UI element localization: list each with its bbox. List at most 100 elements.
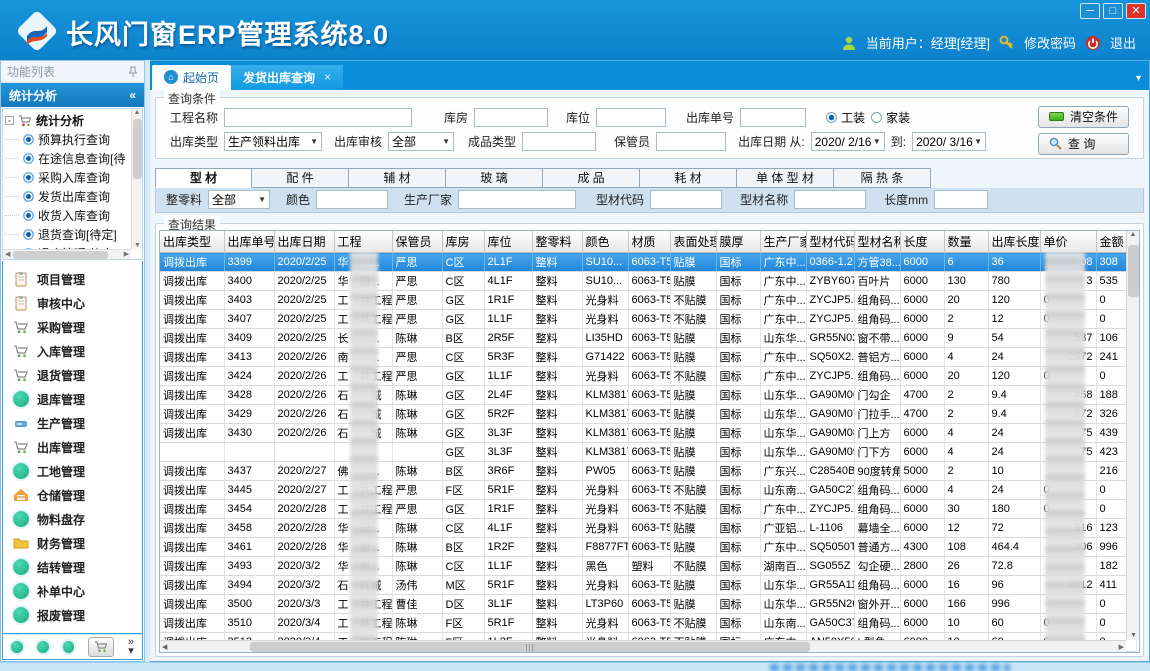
column-header-17[interactable]: 出库长度 <box>988 231 1040 253</box>
material-tab-7[interactable]: 隔 热 条 <box>834 168 931 188</box>
table-row-11[interactable]: 调拨出库34372020/2/27佛 ...陈琳B区3R6F整料PW056063… <box>160 462 1136 481</box>
sidebar-item-5[interactable]: 退库管理 <box>3 387 142 411</box>
sidebar-item-13[interactable]: 补单中心 <box>3 579 142 603</box>
table-row-7[interactable]: 调拨出库34282020/2/26石 城陈琳G区2L4F整料KLM3817606… <box>160 386 1136 405</box>
material-tab-3[interactable]: 玻 璃 <box>446 168 543 188</box>
column-header-10[interactable]: 表面处理 <box>670 231 716 253</box>
material-tab-1[interactable]: 配 件 <box>252 168 349 188</box>
pin-icon[interactable] <box>128 66 138 78</box>
column-header-12[interactable]: 生产厂家 <box>760 231 806 253</box>
tree-vertical-scrollbar[interactable]: ▲▼ <box>131 109 142 249</box>
table-row-1[interactable]: 调拨出库34002020/2/25华 原...严思C区4L1F整料SU10...… <box>160 272 1136 291</box>
column-header-2[interactable]: 出库日期 <box>274 231 334 253</box>
column-header-5[interactable]: 库房 <box>442 231 484 253</box>
table-row-4[interactable]: 调拨出库34092020/2/25长 ...陈琳B区2R5F整料LI35HD60… <box>160 329 1136 348</box>
sidebar-item-4[interactable]: 退货管理 <box>3 363 142 387</box>
sidebar-item-12[interactable]: 结转管理 <box>3 555 142 579</box>
tree-item-3[interactable]: 发货出库查询 <box>5 187 130 206</box>
column-header-16[interactable]: 数量 <box>944 231 988 253</box>
sidebar-item-2[interactable]: 采购管理 <box>3 315 142 339</box>
tab-shipment-outbound-query[interactable]: 发货出库查询 × <box>231 65 343 90</box>
logout-link[interactable]: 退出 <box>1110 33 1136 52</box>
module-dot-icon[interactable] <box>11 641 23 653</box>
table-row-15[interactable]: 调拨出库34612020/2/28华 原...陈琳B区1R2F整料F8877FT… <box>160 538 1136 557</box>
tree-root-statistics[interactable]: -统计分析 <box>5 111 130 130</box>
table-row-13[interactable]: 调拨出库34542020/2/28工 共工程严思G区1R1F整料光身料6063-… <box>160 500 1136 519</box>
table-row-8[interactable]: 调拨出库34292020/2/26石 城陈琳G区5R2F整料KLM3817606… <box>160 405 1136 424</box>
grid-horizontal-scrollbar[interactable]: ◀|||▶ <box>160 640 1126 652</box>
grid-vertical-scrollbar[interactable]: ▲▼ <box>1126 231 1139 640</box>
location-input[interactable] <box>596 108 666 127</box>
radio-work-install[interactable]: 工装 <box>826 109 865 126</box>
material-tab-2[interactable]: 辅 材 <box>349 168 446 188</box>
sidebar-item-0[interactable]: 项目管理 <box>3 267 142 291</box>
warehouse-input[interactable] <box>474 108 548 127</box>
sidebar-item-6[interactable]: 生产管理 <box>3 411 142 435</box>
table-row-2[interactable]: 调拨出库34032020/2/25工 共工程严思G区1R1F整料光身料6063-… <box>160 291 1136 310</box>
change-password-link[interactable]: 修改密码 <box>1024 33 1076 52</box>
product-type-input[interactable] <box>522 132 596 151</box>
sidebar-item-14[interactable]: 报废管理 <box>3 603 142 627</box>
column-header-9[interactable]: 材质 <box>628 231 670 253</box>
tree-item-0[interactable]: 预算执行查询 <box>5 130 130 149</box>
overflow-chevron[interactable]: »▾ <box>128 638 134 656</box>
manufacturer-input[interactable] <box>458 190 576 209</box>
sidebar-item-1[interactable]: 审核中心 <box>3 291 142 315</box>
module-dot-icon[interactable] <box>37 641 49 653</box>
column-header-0[interactable]: 出库类型 <box>160 231 224 253</box>
table-row-17[interactable]: 调拨出库34942020/3/2石 辉城汤伟M区5R1F整料光身料6063-T5… <box>160 576 1136 595</box>
material-tab-0[interactable]: 型 材 <box>155 168 252 188</box>
column-header-7[interactable]: 整零料 <box>532 231 582 253</box>
column-header-8[interactable]: 颜色 <box>582 231 628 253</box>
column-header-6[interactable]: 库位 <box>484 231 532 253</box>
sidebar-item-8[interactable]: 工地管理 <box>3 459 142 483</box>
tree-item-5[interactable]: 退货查询[待定] <box>5 225 130 244</box>
table-row-12[interactable]: 调拨出库34452020/2/27工 共工程严思F区5R1F整料光身料6063-… <box>160 481 1136 500</box>
whole-part-select[interactable]: 全部▼ <box>208 190 270 209</box>
table-row-0[interactable]: 调拨出库33992020/2/25华 原...严思C区2L1F整料SU10...… <box>160 253 1136 272</box>
material-tab-5[interactable]: 耗 材 <box>640 168 737 188</box>
material-tab-6[interactable]: 单 体 型 材 <box>737 168 834 188</box>
profile-code-input[interactable] <box>650 190 722 209</box>
date-to-picker[interactable]: 2020/ 3/16▼ <box>912 132 986 151</box>
minimize-button[interactable]: ─ <box>1080 3 1100 19</box>
table-row-14[interactable]: 调拨出库34582020/2/28华 原...陈琳C区4L1F整料光身料6063… <box>160 519 1136 538</box>
color-input[interactable] <box>316 190 388 209</box>
tab-close-icon[interactable]: × <box>324 70 331 84</box>
column-header-4[interactable]: 保管员 <box>392 231 442 253</box>
table-row-16[interactable]: 调拨出库34932020/3/2华 原...陈琳C区1L1F整料黑色塑料不贴膜国… <box>160 557 1136 576</box>
collapse-icon[interactable]: « <box>129 88 136 102</box>
tree-horizontal-scrollbar[interactable]: ◀▶ <box>3 249 131 259</box>
cart-module-button[interactable] <box>88 637 114 657</box>
column-header-15[interactable]: 长度 <box>900 231 944 253</box>
column-header-3[interactable]: 工程 <box>334 231 392 253</box>
column-header-11[interactable]: 膜厚 <box>716 231 760 253</box>
out-type-select[interactable]: 生产领料出库▼ <box>224 132 322 151</box>
audit-select[interactable]: 全部▼ <box>388 132 454 151</box>
keeper-input[interactable] <box>656 132 726 151</box>
material-tab-4[interactable]: 成 品 <box>543 168 640 188</box>
table-row-9[interactable]: 调拨出库34302020/2/26石 城陈琳G区3L3F整料KLM3817606… <box>160 424 1136 443</box>
section-header[interactable]: 统计分析 « <box>1 83 144 107</box>
tree-item-2[interactable]: 采购入库查询 <box>5 168 130 187</box>
clear-conditions-button[interactable]: 清空条件 <box>1038 106 1129 128</box>
sidebar-item-9[interactable]: 仓储管理 <box>3 483 142 507</box>
column-header-1[interactable]: 出库单号 <box>224 231 274 253</box>
tree-item-1[interactable]: 在途信息查询[待 <box>5 149 130 168</box>
radio-home-install[interactable]: 家装 <box>871 109 910 126</box>
table-row-10[interactable]: G区3L3F整料KLM38176063-T5贴膜国标山东华...GA90M09.… <box>160 443 1136 462</box>
order-no-input[interactable] <box>740 108 806 127</box>
table-row-5[interactable]: 调拨出库34132020/2/26南 ...严思C区5R3F整料G7142260… <box>160 348 1136 367</box>
tree-expander-icon[interactable]: - <box>5 116 14 125</box>
tab-home[interactable]: ⌂ 起始页 <box>152 65 231 90</box>
close-button[interactable]: ✕ <box>1126 3 1146 19</box>
column-header-18[interactable]: 单价 <box>1040 231 1096 253</box>
sidebar-item-10[interactable]: 物料盘存 <box>3 507 142 531</box>
date-from-picker[interactable]: 2020/ 2/16▼ <box>811 132 885 151</box>
table-row-19[interactable]: 调拨出库35102020/3/4工 共工程陈琳F区5R1F整料光身料6063-T… <box>160 614 1136 633</box>
tree-item-4[interactable]: 收货入库查询 <box>5 206 130 225</box>
search-button[interactable]: 查 询 <box>1038 133 1129 155</box>
sidebar-item-11[interactable]: 财务管理 <box>3 531 142 555</box>
sidebar-item-3[interactable]: 入库管理 <box>3 339 142 363</box>
table-row-3[interactable]: 调拨出库34072020/2/25工 共工程严思G区1L1F整料光身料6063-… <box>160 310 1136 329</box>
